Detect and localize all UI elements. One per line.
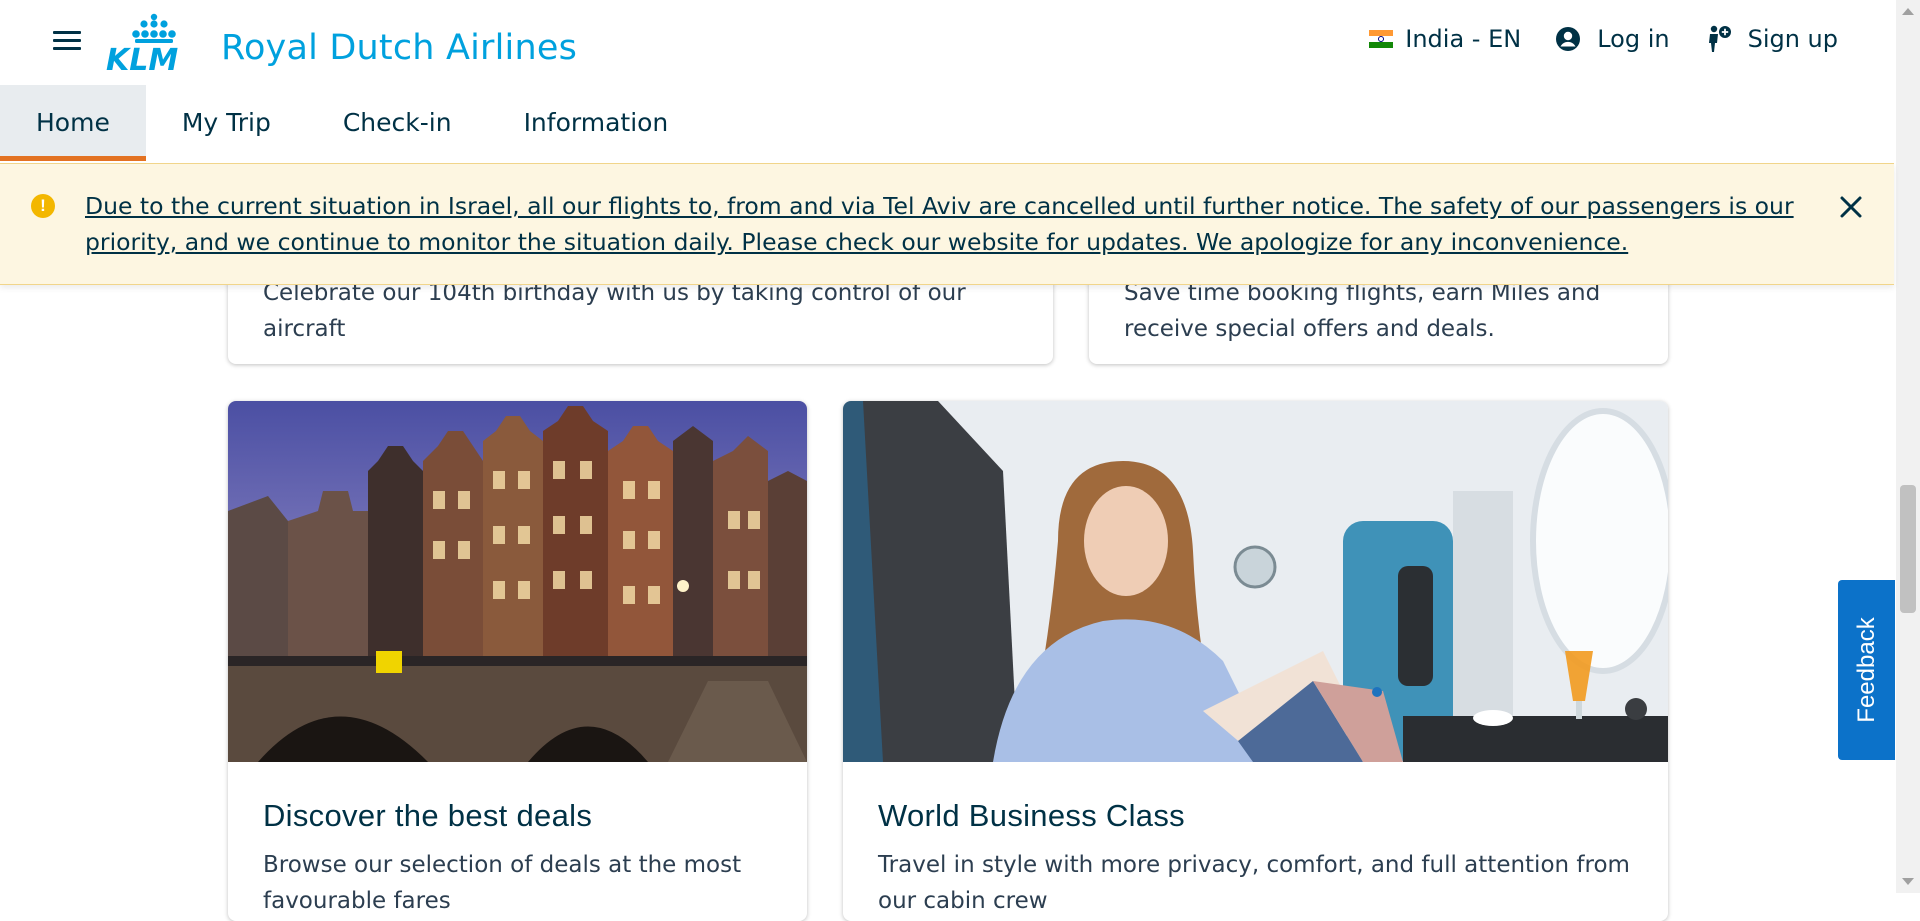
signup-label: Sign up bbox=[1747, 25, 1838, 53]
region-selector[interactable]: India - EN bbox=[1369, 25, 1521, 53]
region-label: India - EN bbox=[1405, 25, 1522, 53]
card-discover-deals[interactable]: Discover the best deals Browse our selec… bbox=[228, 401, 807, 921]
card-title: World Business Class bbox=[878, 798, 1185, 833]
card-description: Save time booking flights, earn Miles an… bbox=[1124, 280, 1601, 342]
scroll-up-arrow-icon[interactable] bbox=[1902, 8, 1914, 15]
scroll-down-arrow-icon[interactable] bbox=[1902, 878, 1914, 885]
amsterdam-canal-houses-image bbox=[228, 401, 807, 762]
scrollbar-thumb[interactable] bbox=[1900, 485, 1916, 613]
card-title: Discover the best deals bbox=[263, 798, 593, 833]
tab-home[interactable]: Home bbox=[0, 85, 146, 161]
klm-crown-logo-icon: KLM bbox=[106, 13, 178, 70]
utility-nav: India - EN Log in Sign up bbox=[1369, 24, 1838, 54]
tab-my-trip[interactable]: My Trip bbox=[146, 85, 307, 161]
card-description: Celebrate our 104th birthday with us by … bbox=[263, 280, 966, 342]
feedback-button[interactable]: Feedback bbox=[1838, 580, 1895, 760]
card-description: Browse our selection of deals at the mos… bbox=[263, 852, 742, 914]
alert-message-link[interactable]: Due to the current situation in Israel, … bbox=[85, 188, 1815, 260]
hamburger-menu-icon[interactable] bbox=[53, 31, 81, 53]
tab-information[interactable]: Information bbox=[488, 85, 705, 161]
india-flag-icon bbox=[1369, 30, 1394, 48]
klm-logo[interactable]: KLM Royal Dutch Airlines bbox=[106, 8, 577, 70]
user-account-icon bbox=[1556, 27, 1581, 51]
site-header: KLM Royal Dutch Airlines India - EN Log … bbox=[0, 0, 1896, 163]
close-icon[interactable] bbox=[1838, 194, 1864, 220]
main-nav-tabs: Home My Trip Check-in Information bbox=[0, 85, 704, 161]
login-label: Log in bbox=[1597, 25, 1670, 53]
business-class-passenger-image bbox=[843, 401, 1668, 762]
svg-text:KLM: KLM bbox=[106, 43, 178, 70]
logo-wordmark: Royal Dutch Airlines bbox=[221, 28, 578, 68]
tab-check-in[interactable]: Check-in bbox=[307, 85, 488, 161]
feedback-label: Feedback bbox=[1852, 617, 1880, 723]
warning-icon: ! bbox=[31, 194, 55, 218]
login-link[interactable]: Log in bbox=[1555, 25, 1670, 53]
signup-link[interactable]: Sign up bbox=[1704, 24, 1838, 54]
card-world-business-class[interactable]: World Business Class Travel in style wit… bbox=[843, 401, 1668, 921]
card-description: Travel in style with more privacy, comfo… bbox=[878, 852, 1630, 914]
flying-blue-person-icon bbox=[1708, 25, 1731, 52]
page-scrollbar[interactable] bbox=[1896, 0, 1920, 893]
alert-banner: ! Due to the current situation in Israel… bbox=[0, 163, 1894, 285]
